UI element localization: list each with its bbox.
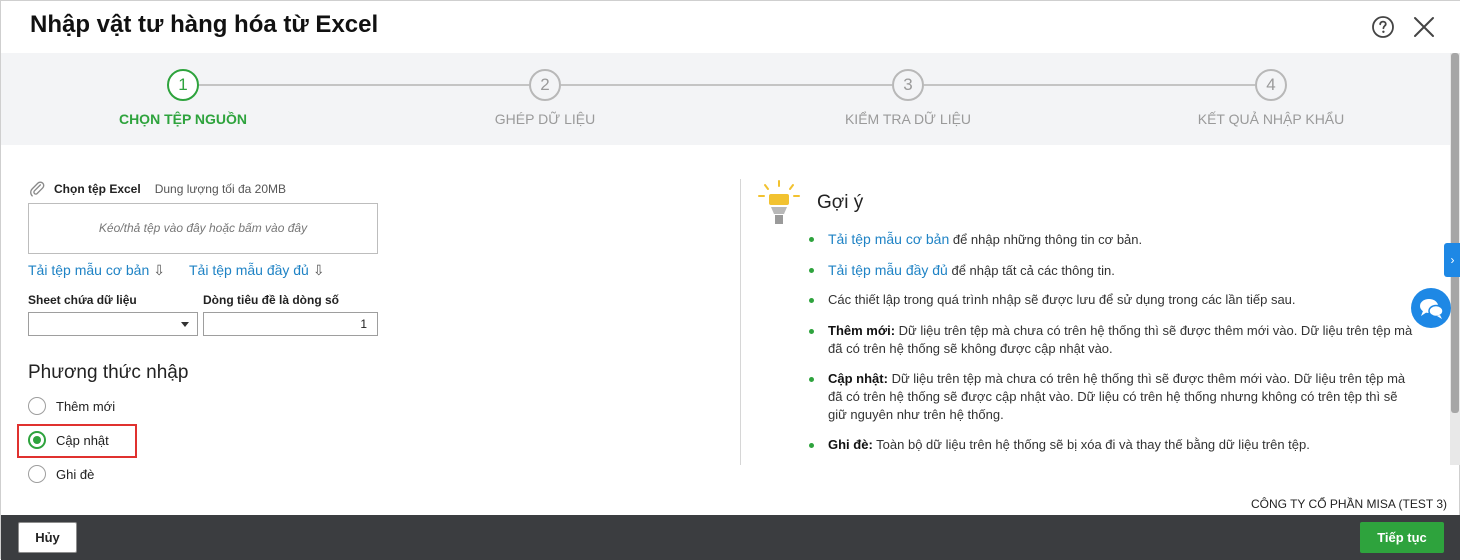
step-1-label: CHỌN TỆP NGUỒN: [118, 111, 248, 127]
chat-bubble-icon: [1420, 299, 1444, 319]
file-size-hint: Dung lượng tối đa 20MB: [154, 182, 286, 196]
selection-highlight-box: [17, 424, 137, 458]
download-arrow-icon: ⇩: [153, 262, 165, 278]
continue-button[interactable]: Tiếp tục: [1360, 522, 1444, 553]
file-dropzone[interactable]: Kéo/thả tệp vào đây hoặc bấm vào đây: [28, 203, 378, 254]
close-icon[interactable]: [1412, 15, 1436, 39]
step-3-label: KIỂM TRA DỮ LIỆU: [844, 111, 972, 127]
chat-button[interactable]: [1411, 288, 1451, 328]
step-2-label: GHÉP DỮ LIỆU: [494, 111, 596, 127]
download-basic-template-link[interactable]: Tải tệp mẫu cơ bản ⇩: [28, 262, 165, 279]
hint-item: Tải tệp mẫu cơ bản để nhập những thông t…: [809, 230, 1419, 249]
lightbulb-icon: [758, 180, 800, 224]
download-full-template-link[interactable]: Tải tệp mẫu đầy đủ ⇩: [189, 262, 325, 279]
import-stepper: 1 2 3 4 CHỌN TỆP NGUỒN GHÉP DỮ LIỆU KIỂM…: [1, 53, 1451, 145]
import-method-title: Phương thức nhập: [28, 362, 189, 383]
side-panel-toggle[interactable]: ›: [1444, 243, 1460, 277]
sheet-label: Sheet chứa dữ liệu: [28, 293, 137, 307]
step-4-circle: 4: [1255, 69, 1287, 101]
step-2-circle: 2: [529, 69, 561, 101]
dropdown-caret-icon: [181, 322, 189, 327]
company-name: CÔNG TY CỔ PHẦN MISA (TEST 3): [1250, 497, 1447, 511]
step-connector: [561, 84, 892, 86]
hint-download-full-link[interactable]: Tải tệp mẫu đầy đủ: [828, 262, 948, 278]
column-divider: [740, 179, 741, 465]
header-row-label: Dòng tiêu đề là dòng số: [203, 293, 339, 307]
radio-label: Thêm mới: [56, 398, 116, 414]
radio-button[interactable]: [28, 397, 46, 415]
hint-item: Ghi đè: Toàn bộ dữ liệu trên hệ thống sẽ…: [809, 436, 1419, 454]
dialog-footer: [1, 515, 1460, 560]
hint-item: Thêm mới: Dữ liệu trên tệp mà chưa có tr…: [809, 322, 1419, 358]
import-dialog: Nhập vật tư hàng hóa từ Excel 1 2 3 4 CH…: [0, 0, 1460, 560]
scrollbar-thumb[interactable]: [1451, 53, 1459, 413]
radio-label: Ghi đè: [56, 466, 95, 482]
hint-item: Các thiết lập trong quá trình nhập sẽ đư…: [809, 291, 1419, 309]
hint-item: Cập nhật: Dữ liệu trên tệp mà chưa có tr…: [809, 370, 1419, 424]
dialog-title: Nhập vật tư hàng hóa từ Excel: [30, 11, 379, 38]
header-row-input[interactable]: 1: [203, 312, 378, 336]
step-connector: [199, 84, 529, 86]
sheet-select[interactable]: [28, 312, 198, 336]
question-circle-icon[interactable]: [1371, 15, 1395, 39]
step-3-circle: 3: [892, 69, 924, 101]
hint-item: Tải tệp mẫu đầy đủ để nhập tất cả các th…: [809, 261, 1419, 280]
download-basic-label: Tải tệp mẫu cơ bản: [28, 262, 150, 278]
cancel-button[interactable]: Hủy: [18, 522, 77, 553]
step-4-label: KẾT QUẢ NHẬP KHẨU: [1197, 111, 1345, 127]
step-1-circle: 1: [167, 69, 199, 101]
radio-option-overwrite[interactable]: Ghi đè: [28, 464, 94, 484]
download-arrow-icon: ⇩: [312, 262, 325, 278]
hint-download-basic-link[interactable]: Tải tệp mẫu cơ bản: [828, 231, 949, 247]
radio-option-add-new[interactable]: Thêm mới: [28, 396, 115, 416]
file-picker-label: Chọn tệp Excel: [54, 182, 141, 196]
paperclip-icon: [30, 181, 45, 197]
radio-button[interactable]: [28, 465, 46, 483]
file-picker-header: Chọn tệp Excel Dung lượng tối đa 20MB: [28, 180, 286, 198]
step-connector: [924, 84, 1255, 86]
hints-title: Gợi ý: [817, 192, 864, 213]
dialog-titlebar: Nhập vật tư hàng hóa từ Excel: [1, 1, 1460, 53]
download-full-label: Tải tệp mẫu đầy đủ: [189, 262, 309, 278]
